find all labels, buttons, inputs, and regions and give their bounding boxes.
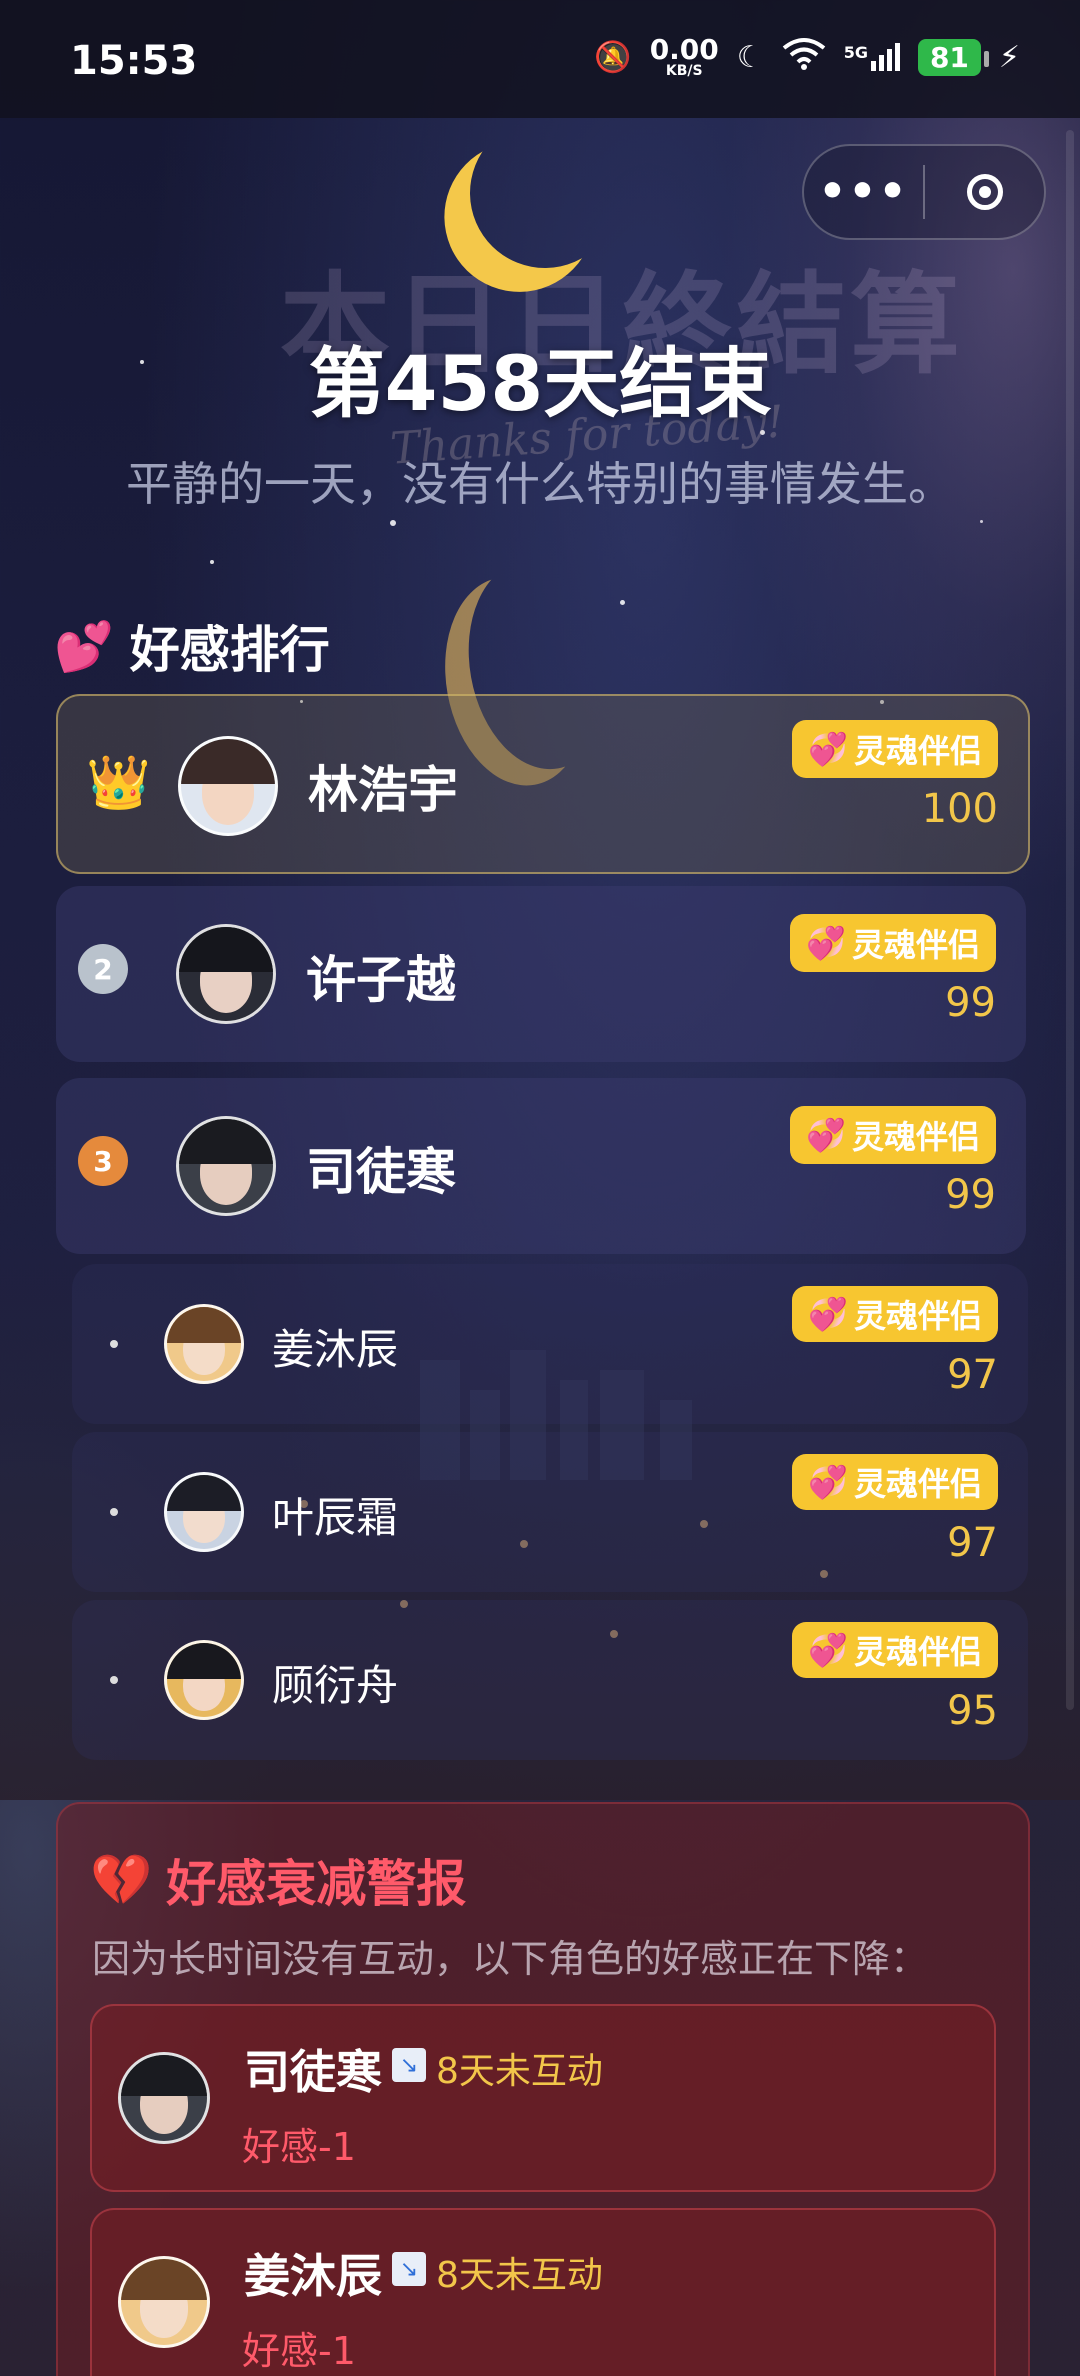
avatar	[118, 2052, 210, 2144]
soulmate-badge: 💞 灵魂伴侣	[790, 914, 996, 972]
character-name: 许子越	[306, 951, 456, 1009]
inactive-days: 8天未互动	[436, 2255, 603, 2296]
affection-score: 100	[921, 786, 998, 832]
affection-score: 99	[945, 1172, 996, 1218]
avatar	[164, 1304, 244, 1384]
affection-delta: 好感-1	[242, 2125, 356, 2169]
character-name: 姜沐辰	[272, 1325, 399, 1374]
wifi-icon	[782, 36, 826, 78]
soulmate-badge: 💞 灵魂伴侣	[792, 1286, 998, 1342]
mini-program-capsule: •••	[802, 144, 1046, 240]
mute-bell-icon: 🔕	[594, 39, 632, 75]
charging-icon: ⚡	[998, 39, 1020, 75]
character-name: 叶辰霜	[272, 1493, 399, 1542]
avatar	[118, 2256, 210, 2348]
character-name: 司徒寒	[306, 1143, 456, 1201]
character-name: 顾衍舟	[272, 1661, 399, 1710]
soulmate-badge: 💞 灵魂伴侣	[792, 1454, 998, 1510]
moon-dnd-icon: ☾	[736, 39, 764, 75]
ranking-row[interactable]: 叶辰霜 💞 灵魂伴侣 97	[72, 1432, 1028, 1592]
character-name: 姜沐辰	[244, 2249, 382, 2303]
ranking-heading: 💕 好感排行	[54, 618, 330, 680]
inactive-days: 8天未互动	[436, 2051, 603, 2092]
avatar	[164, 1640, 244, 1720]
affection-delta: 好感-1	[242, 2329, 356, 2373]
scrollbar[interactable]	[1066, 130, 1074, 1710]
heart-icon: 💞	[806, 1116, 846, 1154]
broken-heart-icon: 💔	[90, 1850, 153, 1909]
rank-dot	[110, 1508, 118, 1516]
rank-dot	[110, 1340, 118, 1348]
signal-icon: 5G	[844, 43, 900, 71]
page-subtitle: 平静的一天，没有什么特别的事情发生。	[126, 457, 954, 511]
warning-item[interactable]: 姜沐辰 ↘ 8天未互动 好感-1	[90, 2208, 996, 2376]
heart-icon: 💞	[808, 1295, 848, 1333]
avatar	[176, 1116, 276, 1216]
trend-down-chart-icon: ↘	[392, 2252, 426, 2286]
heart-icon: 💞	[806, 924, 846, 962]
trend-down-chart-icon: ↘	[392, 2048, 426, 2082]
ranking-row[interactable]: 👑 林浩宇 💞 灵魂伴侣 100	[56, 694, 1030, 874]
bronze-medal-icon: 3	[78, 1136, 128, 1186]
affection-score: 99	[945, 980, 996, 1026]
affection-score: 97	[947, 1520, 998, 1566]
target-circle-icon	[966, 174, 1003, 210]
network-speed: 0.00 KB/S	[649, 33, 719, 79]
warning-heading: 💔 好感衰减警报	[90, 1850, 467, 1914]
status-icons: 🔕 0.00 KB/S ☾ 5G 81 ⚡	[594, 33, 1020, 79]
warning-item[interactable]: 司徒寒 ↘ 8天未互动 好感-1	[90, 2004, 996, 2192]
avatar	[178, 736, 278, 836]
close-button[interactable]	[925, 174, 1044, 210]
ranking-row[interactable]: 2 许子越 💞 灵魂伴侣 99	[56, 886, 1026, 1062]
status-bar: 15:53 🔕 0.00 KB/S ☾ 5G 81 ⚡	[0, 0, 1080, 118]
battery-indicator: 81	[917, 38, 989, 76]
rank-dot	[110, 1676, 118, 1684]
ranking-row[interactable]: 3 司徒寒 💞 灵魂伴侣 99	[56, 1078, 1026, 1254]
soulmate-badge: 💞 灵魂伴侣	[792, 720, 998, 778]
character-name: 林浩宇	[308, 761, 458, 819]
character-name: 司徒寒	[244, 2045, 382, 2099]
soulmate-badge: 💞 灵魂伴侣	[792, 1622, 998, 1678]
affection-score: 97	[947, 1352, 998, 1398]
warning-description: 因为长时间没有互动，以下角色的好感正在下降：	[92, 1937, 929, 1981]
heart-icon: 💞	[808, 730, 848, 768]
ranking-row[interactable]: 姜沐辰 💞 灵魂伴侣 97	[72, 1264, 1028, 1424]
affection-decay-warning: 💔 好感衰减警报 因为长时间没有互动，以下角色的好感正在下降： 司徒寒 ↘ 8天…	[56, 1802, 1030, 2376]
silver-medal-icon: 2	[78, 944, 128, 994]
two-hearts-icon: 💕	[54, 618, 114, 675]
more-button[interactable]: •••	[804, 170, 923, 214]
avatar	[176, 924, 276, 1024]
status-time: 15:53	[70, 38, 198, 84]
page-title: 第458天结束	[308, 339, 772, 428]
heart-icon: 💞	[808, 1463, 848, 1501]
ranking-row[interactable]: 顾衍舟 💞 灵魂伴侣 95	[72, 1600, 1028, 1760]
avatar	[164, 1472, 244, 1552]
heart-icon: 💞	[808, 1631, 848, 1669]
soulmate-badge: 💞 灵魂伴侣	[790, 1106, 996, 1164]
crown-icon: 👑	[86, 753, 151, 813]
affection-score: 95	[947, 1688, 998, 1734]
